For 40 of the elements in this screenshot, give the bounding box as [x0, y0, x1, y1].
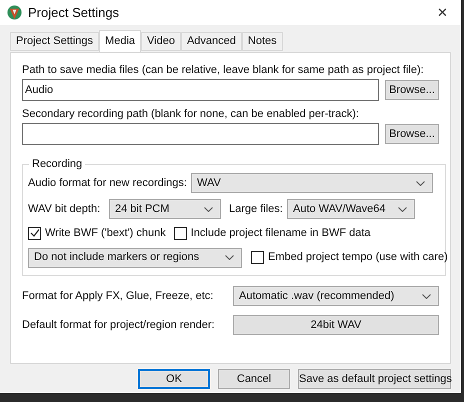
checkbox[interactable]	[251, 251, 264, 264]
browse-button[interactable]: Browse...	[385, 124, 439, 144]
window-title: Project Settings	[28, 4, 120, 22]
dropdown[interactable]: Auto WAV/Wave64	[287, 199, 415, 219]
chevron-down-icon	[204, 206, 213, 212]
close-button[interactable]: ✕	[431, 6, 454, 19]
field-label: Large files:	[229, 202, 284, 217]
dropdown[interactable]: 24 bit PCM	[109, 199, 221, 219]
checkbox-label: Include project filename in BWF data	[190, 226, 371, 241]
dropdown[interactable]: Do not include markers or regions	[28, 248, 242, 268]
path-field[interactable]	[22, 123, 379, 145]
cancel-button[interactable]: Cancel	[218, 369, 290, 389]
save-default-button[interactable]: Save as default project settings	[298, 369, 451, 389]
ok-button[interactable]: OK	[138, 369, 210, 389]
field-label: Default format for project/region render:	[22, 318, 216, 333]
checkbox[interactable]	[28, 226, 41, 240]
app-logo-icon	[7, 5, 22, 20]
field-label: WAV bit depth:	[28, 202, 102, 217]
field-label: Format for Apply FX, Glue, Freeze, etc:	[22, 288, 214, 304]
path-field[interactable]: Audio	[22, 79, 379, 101]
render-format-button[interactable]: 24bit WAV	[233, 315, 439, 335]
tab[interactable]: Media	[99, 30, 142, 52]
field-label: Audio format for new recordings:	[28, 176, 187, 191]
checkbox-label: Write BWF ('bext') chunk	[45, 226, 166, 241]
field-label: Path to save media files (can be relative, leave blank for same path as project file):	[22, 63, 425, 78]
chevron-down-icon	[398, 206, 407, 212]
tab[interactable]: Project Settings	[10, 32, 100, 51]
tab[interactable]: Notes	[242, 32, 283, 51]
checkbox-label: Embed project tempo (use with care)	[268, 250, 448, 266]
dropdown[interactable]: WAV	[190, 173, 433, 193]
checkbox[interactable]	[174, 226, 187, 240]
group-title: Recording	[29, 156, 86, 172]
chevron-down-icon	[225, 255, 234, 260]
tab[interactable]: Video	[141, 32, 181, 51]
tab[interactable]: Advanced	[180, 32, 242, 51]
browse-button[interactable]: Browse...	[385, 80, 439, 100]
dropdown[interactable]: Automatic .wav (recommended)	[233, 286, 439, 306]
chevron-down-icon	[416, 180, 425, 186]
field-label: Secondary recording path (blank for none, can be enabled per-track):	[22, 107, 360, 122]
chevron-down-icon	[422, 294, 431, 298]
